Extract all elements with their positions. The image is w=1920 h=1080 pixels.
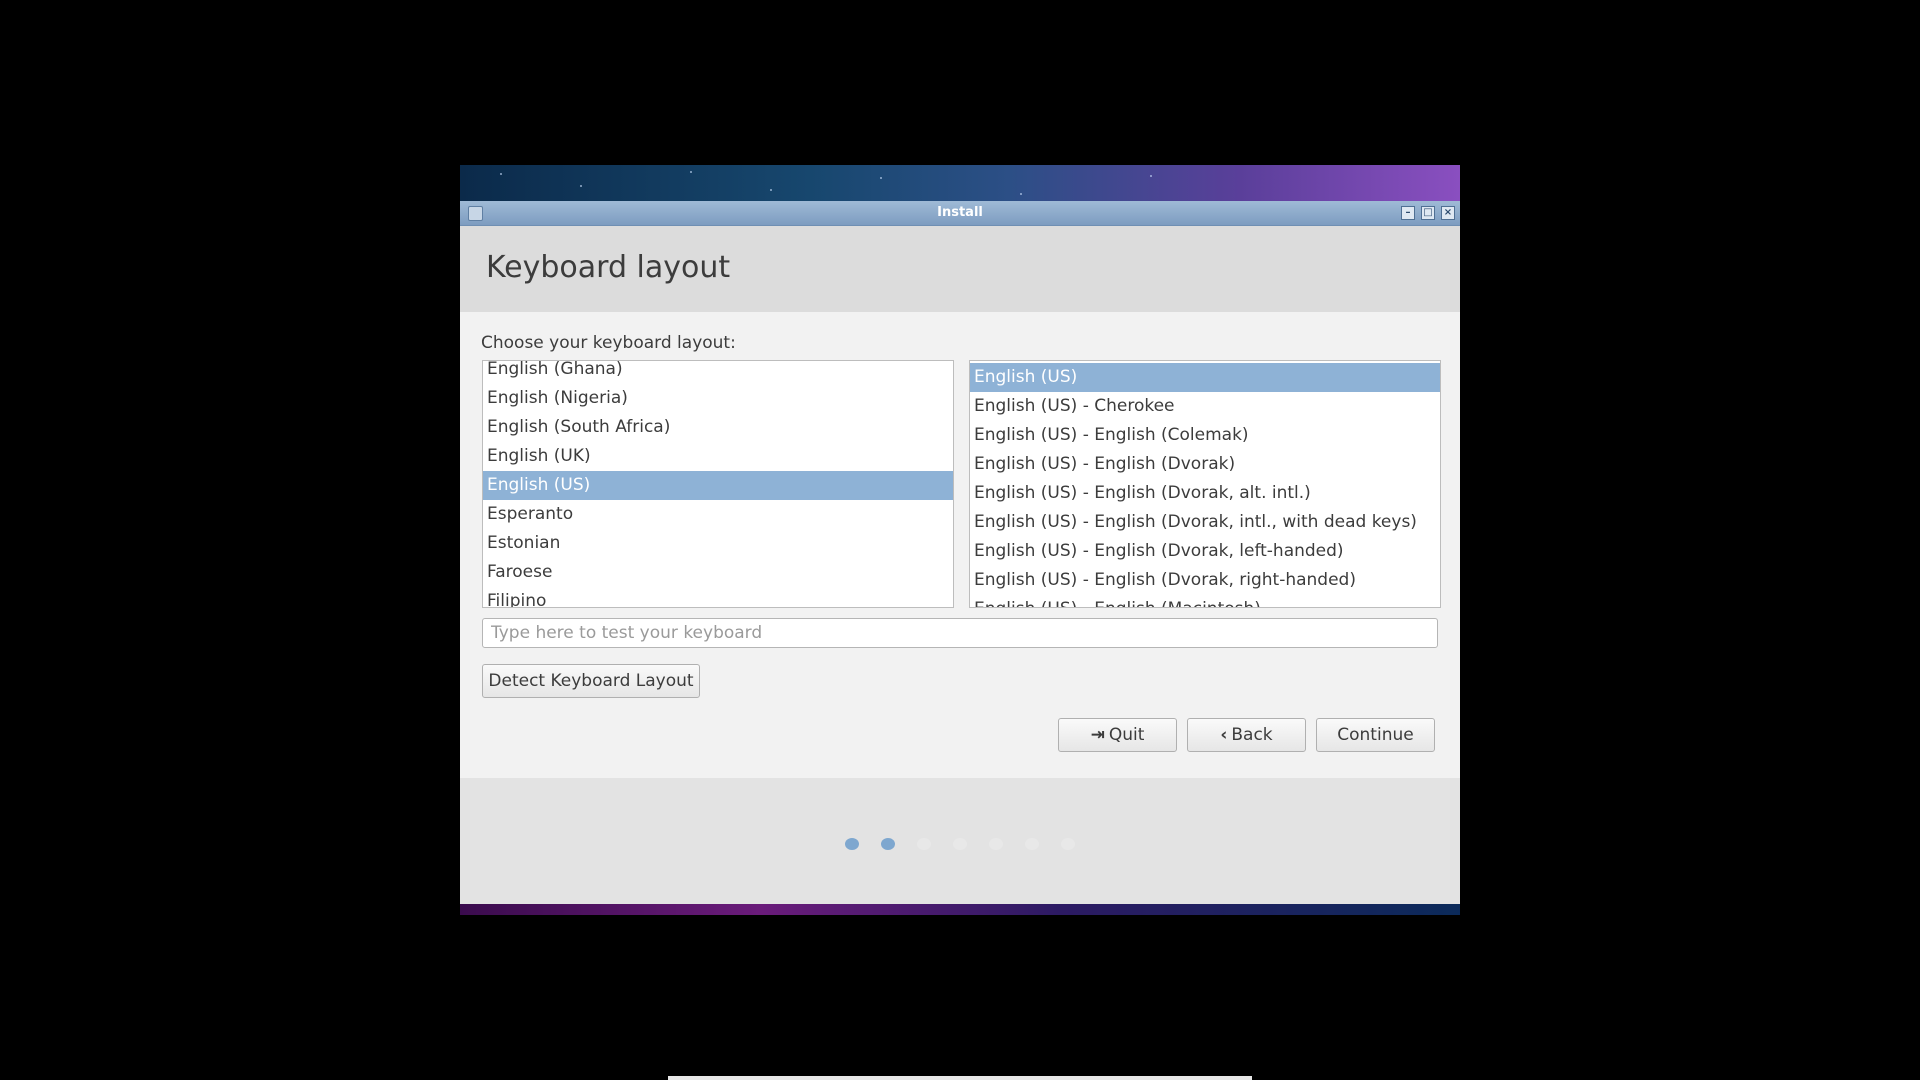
taskbar-edge (668, 1076, 1252, 1080)
layout-list[interactable]: English (Ghana) English (Nigeria) English … (482, 360, 954, 608)
progress-footer (460, 778, 1460, 905)
variant-list-item[interactable]: English (US) - Cherokee (970, 392, 1440, 421)
layout-list-item[interactable]: English (UK) (483, 442, 953, 471)
chevron-left-icon: ‹ (1220, 725, 1228, 745)
layout-list-item[interactable]: English (South Africa) (483, 413, 953, 442)
wallpaper-strip-top (460, 165, 1460, 201)
continue-label: Continue (1337, 725, 1414, 745)
quit-icon: ⇥ (1090, 725, 1105, 745)
layout-list-item[interactable]: Faroese (483, 558, 953, 587)
back-button[interactable]: ‹ Back (1187, 718, 1306, 752)
variant-list-item[interactable]: English (US) (970, 363, 1440, 392)
page-header: Keyboard layout (460, 226, 1460, 312)
window-titlebar[interactable]: Install – □ × (460, 201, 1460, 226)
variant-list-item[interactable]: English (US) - English (Colemak) (970, 421, 1440, 450)
continue-button[interactable]: Continue (1316, 718, 1435, 752)
layout-list-item[interactable]: Estonian (483, 529, 953, 558)
quit-label: Quit (1108, 725, 1145, 745)
maximize-icon[interactable]: □ (1421, 206, 1435, 220)
close-icon[interactable]: × (1441, 206, 1455, 220)
variant-list-item[interactable]: English (US) - English (Dvorak, alt. int… (970, 479, 1440, 508)
progress-dot (845, 838, 859, 850)
progress-dot (1061, 838, 1075, 850)
window-title: Install (937, 205, 983, 220)
minimize-icon[interactable]: – (1401, 206, 1415, 220)
main-content: Choose your keyboard layout: English (Gh… (460, 312, 1460, 778)
page-title: Keyboard layout (486, 250, 731, 285)
progress-dot (989, 838, 1003, 850)
progress-dot (917, 838, 931, 850)
layout-prompt-label: Choose your keyboard layout: (481, 333, 736, 353)
installer-window: Install – □ × Keyboard layout Choose you… (460, 201, 1460, 905)
variant-list-item[interactable]: English (US) - English (Dvorak, intl., w… (970, 508, 1440, 537)
variant-list-item[interactable]: English (US) - English (Dvorak) (970, 450, 1440, 479)
layout-list-item[interactable]: Filipino (483, 587, 953, 607)
layout-list-item[interactable]: English (Ghana) (483, 361, 953, 384)
desktop: Install – □ × Keyboard layout Choose you… (0, 0, 1920, 1080)
layout-list-item[interactable]: English (US) (483, 471, 953, 500)
variant-list-item[interactable]: English (US) - English (Macintosh) (970, 595, 1440, 607)
progress-dot (953, 838, 967, 850)
quit-button[interactable]: ⇥ Quit (1058, 718, 1177, 752)
keyboard-test-input[interactable] (482, 618, 1438, 648)
layout-list-item[interactable]: Esperanto (483, 500, 953, 529)
variant-list-item[interactable]: English (US) - English (Dvorak, left-han… (970, 537, 1440, 566)
variant-list[interactable]: English (US) English (US) - Cherokee Engli… (969, 360, 1441, 608)
progress-dot (881, 838, 895, 850)
back-label: Back (1231, 725, 1273, 745)
layout-list-item[interactable]: English (Nigeria) (483, 384, 953, 413)
detect-keyboard-layout-label: Detect Keyboard Layout (488, 671, 694, 691)
detect-keyboard-layout-button[interactable]: Detect Keyboard Layout (482, 664, 700, 698)
wallpaper-strip-bottom (460, 904, 1460, 915)
variant-list-item[interactable]: English (US) - English (Dvorak, right-ha… (970, 566, 1440, 595)
progress-dot (1025, 838, 1039, 850)
